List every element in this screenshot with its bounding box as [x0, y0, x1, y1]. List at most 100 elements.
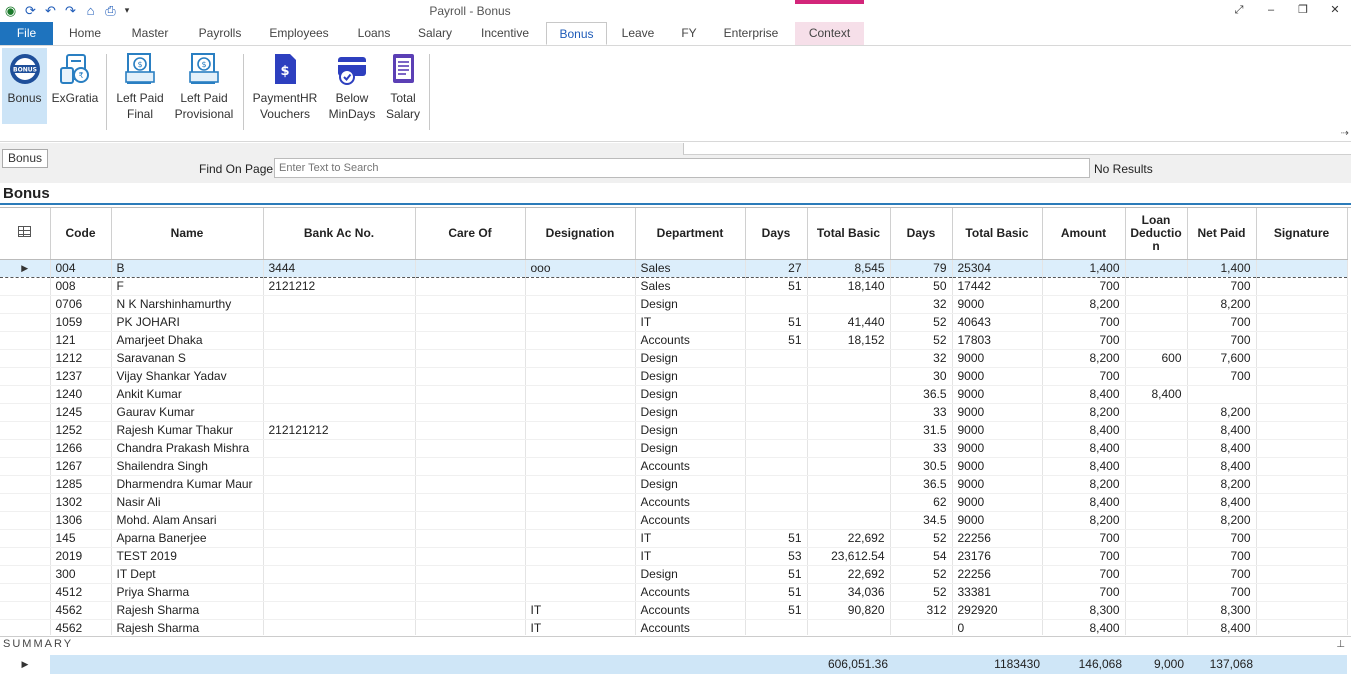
column-header[interactable]: Amount [1042, 208, 1126, 260]
table-cell[interactable] [1125, 331, 1188, 350]
row-selector[interactable] [0, 367, 51, 386]
table-cell[interactable]: 700 [1187, 529, 1257, 548]
table-cell[interactable]: 9000 [952, 295, 1043, 314]
table-cell[interactable]: 32 [890, 349, 953, 368]
table-cell[interactable] [263, 493, 416, 512]
table-cell[interactable] [807, 619, 891, 635]
table-cell[interactable]: 8,200 [1187, 511, 1257, 530]
tab-payrolls[interactable]: Payrolls [193, 22, 247, 45]
table-cell[interactable]: 52 [890, 331, 953, 350]
table-cell[interactable] [415, 565, 526, 584]
row-selector[interactable] [0, 511, 51, 530]
table-cell[interactable] [263, 457, 416, 476]
table-cell[interactable]: 8,200 [1042, 349, 1126, 368]
table-cell[interactable]: Priya Sharma [111, 583, 264, 602]
table-cell[interactable]: 22256 [952, 529, 1043, 548]
pin-icon[interactable]: ⊥ [1336, 637, 1345, 652]
table-cell[interactable]: 18,140 [807, 277, 891, 296]
column-header[interactable]: Signature [1256, 208, 1348, 260]
table-cell[interactable] [263, 565, 416, 584]
table-cell[interactable] [1125, 601, 1188, 620]
table-cell[interactable] [415, 277, 526, 296]
table-cell[interactable]: 1240 [50, 385, 112, 404]
table-cell[interactable] [745, 439, 808, 458]
column-chooser[interactable] [0, 208, 51, 260]
tab-home[interactable]: Home [62, 22, 108, 45]
table-cell[interactable]: Aparna Banerjee [111, 529, 264, 548]
table-cell[interactable]: Accounts [635, 619, 746, 635]
table-cell[interactable] [1256, 331, 1348, 350]
tab-employees[interactable]: Employees [266, 22, 332, 45]
table-cell[interactable] [1256, 367, 1348, 386]
table-cell[interactable] [525, 529, 636, 548]
table-cell[interactable]: 33 [890, 439, 953, 458]
table-cell[interactable]: 51 [745, 601, 808, 620]
table-cell[interactable] [807, 385, 891, 404]
table-cell[interactable] [415, 367, 526, 386]
row-selector[interactable] [0, 619, 51, 635]
table-cell[interactable] [263, 601, 416, 620]
table-cell[interactable]: 52 [890, 583, 953, 602]
table-cell[interactable]: ooo [525, 258, 636, 278]
table-cell[interactable]: 54 [890, 547, 953, 566]
table-cell[interactable]: 2121212 [263, 277, 416, 296]
table-cell[interactable] [263, 511, 416, 530]
table-cell[interactable]: Design [635, 565, 746, 584]
row-selector[interactable] [0, 349, 51, 368]
table-cell[interactable] [263, 583, 416, 602]
table-cell[interactable] [1125, 565, 1188, 584]
table-cell[interactable]: 4562 [50, 601, 112, 620]
column-header[interactable]: Days [745, 208, 808, 260]
row-selector[interactable] [0, 295, 51, 314]
table-cell[interactable] [1256, 601, 1348, 620]
table-cell[interactable]: Nasir Ali [111, 493, 264, 512]
table-cell[interactable] [263, 331, 416, 350]
table-cell[interactable] [1125, 619, 1188, 635]
table-cell[interactable]: 1237 [50, 367, 112, 386]
column-header[interactable]: Loan Deductio n [1125, 208, 1188, 260]
table-cell[interactable]: 8,400 [1187, 619, 1257, 635]
column-header[interactable]: Total Basic [952, 208, 1043, 260]
table-cell[interactable] [745, 367, 808, 386]
table-cell[interactable] [525, 403, 636, 422]
table-cell[interactable]: Design [635, 385, 746, 404]
document-tab-bonus[interactable]: Bonus [2, 149, 49, 168]
table-cell[interactable]: 9000 [952, 349, 1043, 368]
table-cell[interactable]: Chandra Prakash Mishra [111, 439, 264, 458]
table-cell[interactable] [263, 619, 416, 635]
table-cell[interactable]: 700 [1187, 565, 1257, 584]
table-row[interactable]: 4562 Rajesh Sharma IT Accounts 0 8,400 8,400 [0, 619, 1348, 635]
table-cell[interactable] [415, 349, 526, 368]
table-cell[interactable]: Design [635, 475, 746, 494]
table-cell[interactable]: 17442 [952, 277, 1043, 296]
table-cell[interactable] [1125, 511, 1188, 530]
table-cell[interactable] [1256, 529, 1348, 548]
row-selector[interactable] [0, 493, 51, 512]
table-cell[interactable]: 22,692 [807, 565, 891, 584]
table-cell[interactable]: 700 [1187, 331, 1257, 350]
table-cell[interactable] [745, 457, 808, 476]
table-row[interactable]: 1237 Vijay Shankar Yadav Design 30 9000 700 70… [0, 367, 1348, 386]
table-cell[interactable] [415, 583, 526, 602]
table-cell[interactable] [263, 529, 416, 548]
table-row[interactable]: 008 F 2121212 Sales 51 18,140 50 17442 700 700 [0, 277, 1348, 296]
table-cell[interactable]: Design [635, 403, 746, 422]
table-cell[interactable] [745, 295, 808, 314]
table-cell[interactable]: 0 [952, 619, 1043, 635]
table-cell[interactable] [1256, 565, 1348, 584]
row-selector[interactable] [0, 529, 51, 548]
table-cell[interactable]: 9000 [952, 421, 1043, 440]
column-header[interactable]: Name [111, 208, 264, 260]
table-cell[interactable]: TEST 2019 [111, 547, 264, 566]
left-paid-final-button[interactable]: $ Left Paid Final [112, 48, 168, 124]
table-cell[interactable]: 1,400 [1187, 258, 1257, 278]
table-cell[interactable]: 700 [1187, 547, 1257, 566]
table-cell[interactable]: 8,400 [1187, 493, 1257, 512]
table-cell[interactable]: Saravanan S [111, 349, 264, 368]
row-selector[interactable] [0, 277, 51, 296]
table-cell[interactable]: 8,400 [1042, 457, 1126, 476]
table-cell[interactable]: Sales [635, 258, 746, 278]
table-cell[interactable] [263, 547, 416, 566]
table-cell[interactable]: 30 [890, 367, 953, 386]
table-cell[interactable] [1125, 403, 1188, 422]
